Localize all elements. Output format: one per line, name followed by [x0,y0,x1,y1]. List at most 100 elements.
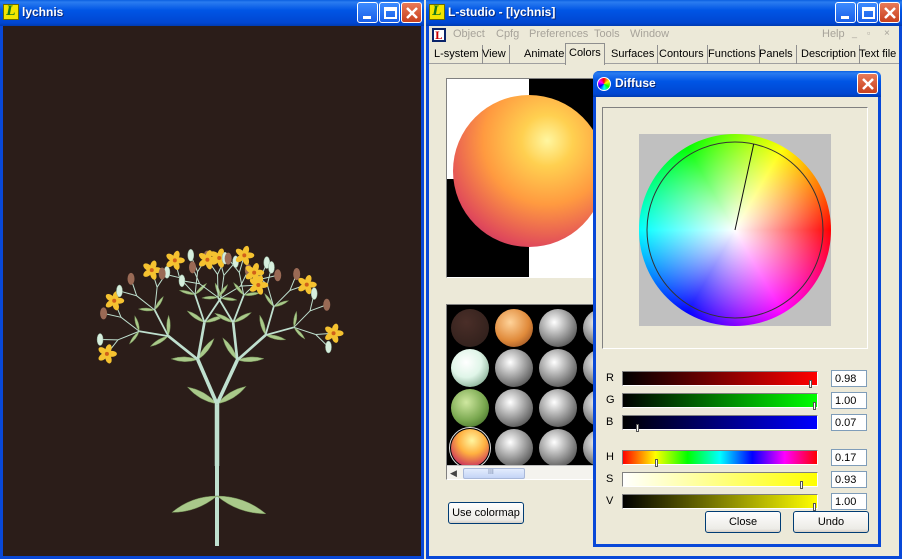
tab-description[interactable]: Description [798,45,861,64]
minimize-icon [363,16,371,19]
tab-panels[interactable]: Panels [756,45,797,64]
undo-button[interactable]: Undo [793,511,869,533]
palette-scrollbar[interactable]: ◀ III [447,465,605,479]
bud [268,261,275,274]
maximize-button[interactable] [379,2,400,23]
slider-g[interactable] [622,393,818,410]
tab-strip: L-system View Animate Colors Surfaces Co… [429,43,899,65]
mdi-restore-icon[interactable]: ▫ [867,28,870,38]
scroll-thumb[interactable]: III [463,468,525,479]
bud [178,274,186,288]
material-swatch[interactable] [451,349,489,387]
material-swatch[interactable] [451,309,489,347]
lychnis-title-bar[interactable]: L lychnis [0,0,424,26]
minimize-icon [841,16,849,19]
slider-thumb-b[interactable] [636,424,639,432]
material-swatch[interactable] [495,389,533,427]
tab-colors[interactable]: Colors [565,43,605,65]
close-button[interactable]: Close [705,511,781,533]
slider-thumb-g[interactable] [813,402,816,410]
svg-text:L: L [435,31,442,42]
slider-thumb-v[interactable] [813,503,816,511]
maximize-icon [862,7,875,19]
slider-s[interactable] [622,472,818,489]
material-swatch[interactable] [449,427,491,469]
slider-r[interactable] [622,371,818,388]
tab-functions[interactable]: Functions [705,45,760,64]
bud [310,287,318,300]
seed-pod [158,267,166,280]
tab-contours[interactable]: Contours [656,45,708,64]
tab-animate[interactable]: Animate [521,45,569,64]
seed-pod [323,298,331,311]
diffuse-title-bar[interactable]: Diffuse [593,71,881,97]
slider-label-b: B [606,416,614,428]
slider-thumb-r[interactable] [809,380,812,388]
leaf [171,495,218,513]
menu-help[interactable]: Help [822,28,845,40]
color-wheel-backdrop [639,134,831,326]
material-swatch[interactable] [539,349,577,387]
menu-cpfg[interactable]: Cpfg [496,28,519,40]
slider-v[interactable] [622,494,818,511]
value-field-r[interactable]: 0.98 [831,370,867,387]
tab-surfaces[interactable]: Surfaces [608,45,659,64]
mdi-minimize-icon[interactable]: _ [852,28,857,38]
close-icon [862,78,874,90]
material-swatch[interactable] [539,389,577,427]
leaf [259,314,266,336]
seed-pod [293,267,301,280]
tab-view[interactable]: View [479,45,510,64]
close-window-button[interactable] [879,2,900,23]
scroll-left-icon[interactable]: ◀ [450,468,457,479]
flower-center [112,298,117,303]
stem [264,306,275,336]
menu-preferences[interactable]: Preferences [529,28,588,40]
value-field-h[interactable]: 0.17 [831,449,867,466]
seed-pod [224,252,232,265]
menu-window[interactable]: Window [630,28,669,40]
color-wheel[interactable] [639,134,831,326]
minimize-button[interactable] [835,2,856,23]
document-icon: L [432,28,446,42]
use-colormap-button[interactable]: Use colormap [448,502,524,524]
bud [116,284,123,298]
material-swatch[interactable] [495,349,533,387]
diffuse-close-button[interactable] [857,73,878,94]
lstudio-title-bar[interactable]: L L-studio - [lychnis] [426,0,902,26]
close-window-button[interactable] [401,2,422,23]
material-swatch[interactable] [451,389,489,427]
slider-b[interactable] [622,415,818,432]
material-swatch[interactable] [539,309,577,347]
slider-h[interactable] [622,450,818,467]
value-field-b[interactable]: 0.07 [831,414,867,431]
value-field-g[interactable]: 1.00 [831,392,867,409]
value-field-v[interactable]: 1.00 [831,493,867,510]
tab-l-system[interactable]: L-system [431,45,483,64]
value-field-s[interactable]: 0.93 [831,471,867,488]
menu-tools[interactable]: Tools [594,28,620,40]
maximize-icon [384,7,397,19]
material-swatch[interactable] [539,429,577,467]
flower-center [149,268,154,273]
flower-center [331,331,336,336]
flower-center [217,256,222,261]
tab-text-file[interactable]: Text file [856,45,899,64]
flower-center [304,282,309,287]
menu-object[interactable]: Object [453,28,485,40]
lstudio-window-title: L-studio - [lychnis] [448,5,556,19]
lychnis-window: L lychnis [0,0,424,559]
leaf [220,297,238,301]
mdi-close-icon[interactable]: × [884,28,890,39]
maximize-button[interactable] [857,2,878,23]
material-swatch-grid[interactable] [447,305,605,479]
slider-thumb-s[interactable] [800,481,803,489]
material-swatch[interactable] [495,429,533,467]
material-swatch[interactable] [495,309,533,347]
minimize-button[interactable] [357,2,378,23]
plant-3d-viewport[interactable] [3,26,421,556]
material-palette[interactable]: ◀ III [446,304,606,480]
diffuse-dialog-title: Diffuse [615,76,656,90]
menu-bar: L Object Cpfg Preferences Tools Window H… [429,26,899,44]
slider-thumb-h[interactable] [655,459,658,467]
